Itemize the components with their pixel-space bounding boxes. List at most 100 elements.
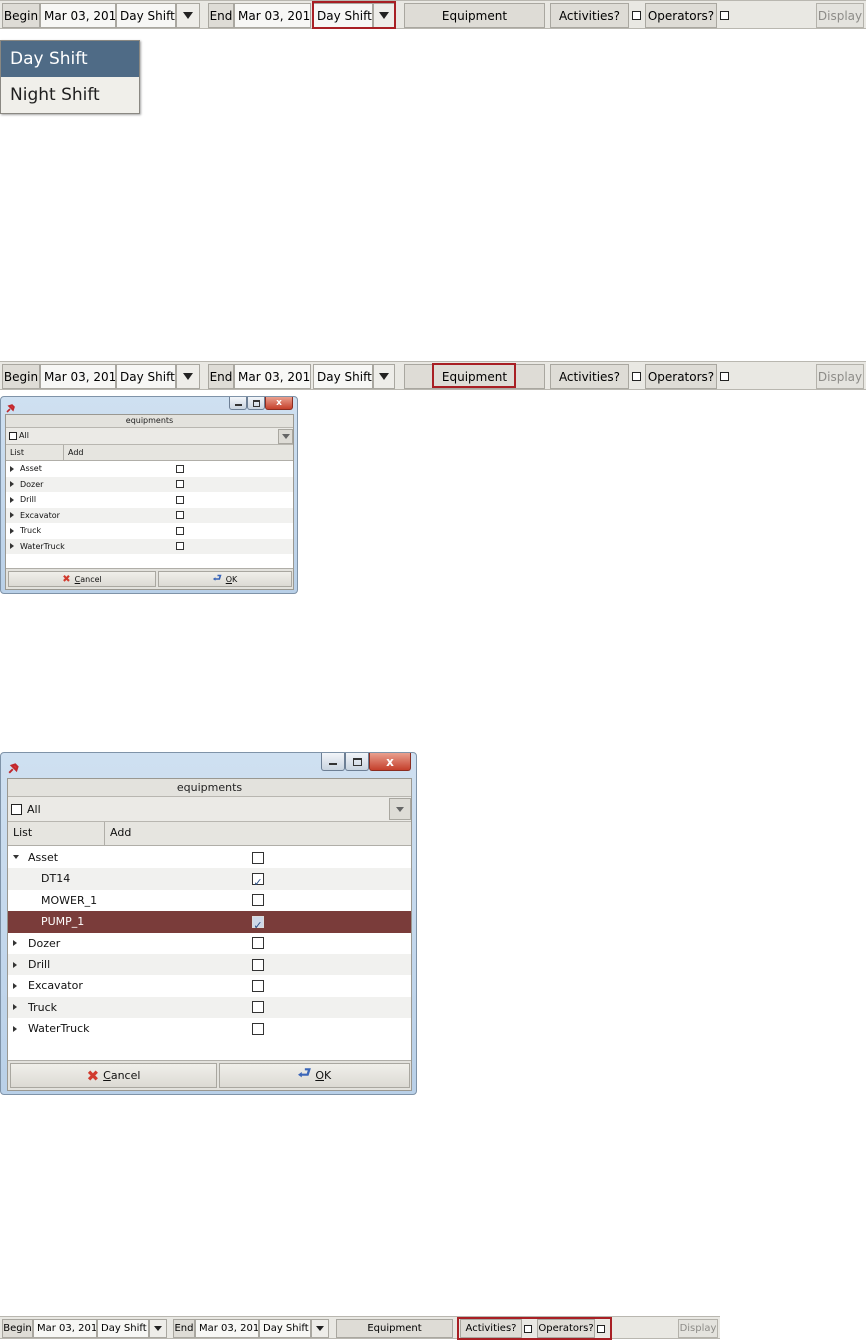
end-shift-select[interactable]: Day Shift (313, 364, 373, 389)
display-button[interactable]: Display (816, 364, 864, 389)
end-button[interactable]: End (208, 364, 234, 389)
equipment-button[interactable]: Equipment (336, 1319, 453, 1338)
activities-button[interactable]: Activities? (550, 3, 629, 28)
begin-date-field[interactable]: Mar 03, 2014 (33, 1319, 97, 1338)
activities-button[interactable]: Activities? (550, 364, 629, 389)
list-item[interactable]: MOWER_1 (8, 890, 411, 911)
operators-button[interactable]: Operators? (537, 1319, 595, 1338)
expand-closed-icon[interactable] (10, 512, 14, 519)
operators-button[interactable]: Operators? (645, 364, 717, 389)
equipment-button[interactable]: Equipment (404, 364, 545, 389)
add-checkbox[interactable] (252, 1022, 264, 1035)
begin-shift-select[interactable]: Day Shift (116, 3, 176, 28)
list-item[interactable]: Truck (6, 523, 293, 539)
add-checkbox[interactable] (176, 542, 184, 551)
column-list[interactable]: List (6, 445, 64, 460)
end-button[interactable]: End (208, 3, 234, 28)
list-item[interactable]: Drill (6, 492, 293, 508)
operators-checkbox[interactable] (597, 1324, 605, 1333)
list-item[interactable]: WaterTruck (6, 538, 293, 554)
operators-checkbox[interactable] (719, 11, 729, 20)
add-checkbox[interactable] (176, 511, 184, 520)
expand-closed-icon[interactable] (13, 1004, 17, 1011)
ok-button[interactable]: ⮐ OK (158, 571, 292, 587)
begin-shift-select[interactable]: Day Shift (116, 364, 176, 389)
end-shift-dropdown-arrow[interactable] (373, 364, 395, 389)
list-item[interactable]: Drill (8, 953, 411, 976)
add-checkbox[interactable] (252, 872, 264, 893)
list-item[interactable]: DT14 (8, 868, 411, 893)
activities-checkbox[interactable] (631, 372, 641, 381)
expand-closed-icon[interactable] (13, 1025, 17, 1032)
minimize-button[interactable] (321, 753, 345, 771)
list-item[interactable]: Excavator (8, 975, 411, 996)
list-item[interactable]: WaterTruck (8, 1018, 411, 1039)
expand-closed-icon[interactable] (13, 961, 17, 968)
begin-shift-dropdown-arrow[interactable] (176, 364, 200, 389)
maximize-button[interactable] (345, 753, 369, 771)
display-button[interactable]: Display (816, 3, 864, 28)
end-shift-select[interactable]: Day Shift (313, 3, 373, 28)
filter-dropdown[interactable] (278, 429, 293, 444)
begin-shift-select[interactable]: Day Shift (97, 1319, 149, 1338)
close-button[interactable]: x (265, 397, 293, 410)
minimize-button[interactable] (229, 397, 247, 410)
begin-button[interactable]: Begin (2, 1319, 33, 1338)
activities-checkbox[interactable] (631, 11, 641, 20)
equipment-button[interactable]: Equipment (404, 3, 545, 28)
add-checkbox[interactable] (252, 937, 264, 950)
add-checkbox[interactable] (252, 851, 264, 864)
display-button[interactable]: Display (678, 1319, 718, 1338)
expand-closed-icon[interactable] (13, 940, 17, 947)
end-date-field[interactable]: Mar 03, 2014 (195, 1319, 259, 1338)
begin-button[interactable]: Begin (2, 364, 40, 389)
expand-closed-icon[interactable] (10, 496, 14, 503)
all-checkbox[interactable] (11, 804, 22, 815)
dropdown-option-night-shift[interactable]: Night Shift (1, 77, 139, 113)
end-shift-select[interactable]: Day Shift (259, 1319, 311, 1338)
list-item[interactable]: Dozer (6, 476, 293, 492)
end-shift-dropdown-arrow[interactable] (311, 1319, 329, 1338)
expand-closed-icon[interactable] (10, 527, 14, 534)
column-list[interactable]: List (8, 822, 105, 845)
expand-closed-icon[interactable] (10, 465, 14, 472)
add-checkbox[interactable] (252, 915, 264, 936)
add-checkbox[interactable] (252, 894, 264, 907)
expand-closed-icon[interactable] (10, 543, 14, 550)
add-checkbox[interactable] (252, 980, 264, 993)
cancel-button[interactable]: ✖ Cancel (10, 1063, 217, 1088)
add-checkbox[interactable] (176, 495, 184, 504)
all-checkbox[interactable] (9, 432, 17, 440)
list-item[interactable]: Asset (6, 461, 293, 477)
list-item[interactable]: Asset (8, 847, 411, 868)
end-shift-dropdown-arrow[interactable] (373, 3, 395, 28)
expand-open-icon[interactable] (13, 854, 19, 859)
add-checkbox[interactable] (176, 480, 184, 489)
begin-date-field[interactable]: Mar 03, 2014 (40, 364, 116, 389)
activities-button[interactable]: Activities? (460, 1319, 522, 1338)
add-checkbox[interactable] (252, 958, 264, 971)
close-button[interactable]: x (369, 753, 411, 771)
begin-shift-dropdown-arrow[interactable] (149, 1319, 167, 1338)
maximize-button[interactable] (247, 397, 265, 410)
filter-dropdown[interactable] (389, 798, 411, 820)
add-checkbox[interactable] (176, 526, 184, 535)
list-item[interactable]: PUMP_1 (8, 911, 411, 936)
end-button[interactable]: End (173, 1319, 195, 1338)
end-date-field[interactable]: Mar 03, 2014 (234, 3, 311, 28)
column-add[interactable]: Add (64, 445, 293, 460)
activities-checkbox[interactable] (524, 1324, 532, 1333)
end-date-field[interactable]: Mar 03, 2014 (234, 364, 311, 389)
add-checkbox[interactable] (252, 1001, 264, 1014)
list-item[interactable]: Excavator (6, 507, 293, 523)
operators-button[interactable]: Operators? (645, 3, 717, 28)
add-checkbox[interactable] (176, 464, 184, 473)
cancel-button[interactable]: ✖ Cancel (8, 571, 156, 587)
expand-closed-icon[interactable] (13, 983, 17, 990)
begin-button[interactable]: Begin (2, 3, 40, 28)
ok-button[interactable]: ⮐ OK (219, 1063, 410, 1088)
begin-shift-dropdown-arrow[interactable] (176, 3, 200, 28)
operators-checkbox[interactable] (719, 372, 729, 381)
column-add[interactable]: Add (105, 822, 411, 845)
dropdown-option-day-shift[interactable]: Day Shift (1, 41, 139, 77)
